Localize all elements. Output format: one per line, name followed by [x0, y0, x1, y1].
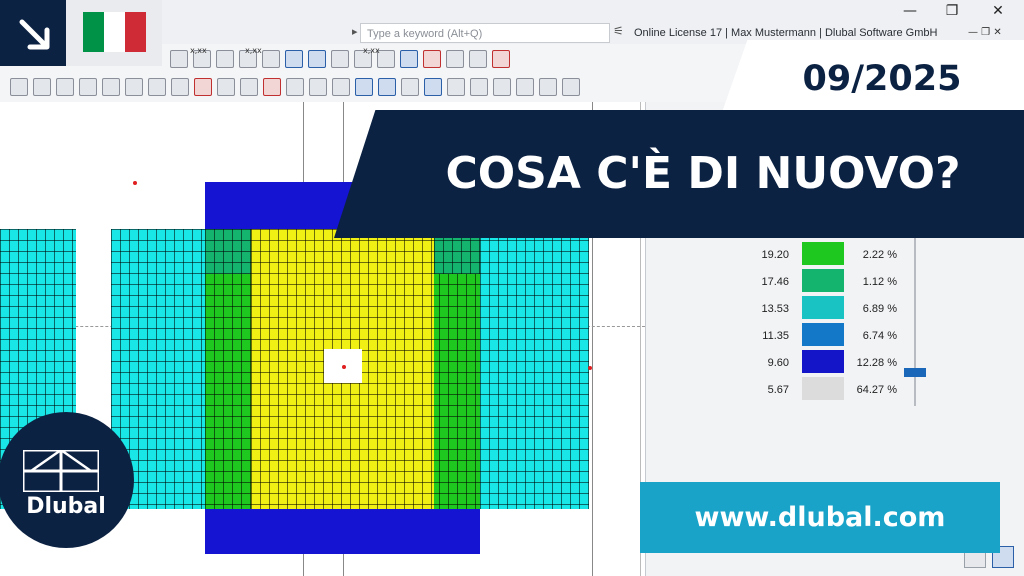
layers-icon[interactable] — [562, 78, 580, 96]
cube-icon[interactable] — [332, 78, 350, 96]
collapse-arrow-icon[interactable]: ▸ — [352, 25, 358, 38]
section-icon[interactable] — [262, 50, 280, 68]
divide-icon[interactable] — [102, 78, 120, 96]
legend-percent: 64.27 % — [856, 384, 897, 396]
close-button[interactable]: ✕ — [978, 0, 1018, 22]
node-marker — [588, 366, 592, 370]
mesh-blue-bottom — [205, 506, 480, 554]
link-icon[interactable] — [446, 50, 464, 68]
headline-banner: COSA C'È DI NUOVO? — [334, 110, 1024, 238]
legend-value: 13.53 — [761, 303, 789, 315]
copy-icon[interactable] — [56, 78, 74, 96]
render-icon[interactable] — [470, 78, 488, 96]
view-icon[interactable] — [170, 50, 188, 68]
mesh-teal-corner — [205, 229, 251, 274]
legend-value: 9.60 — [767, 357, 789, 369]
solid-icon[interactable] — [516, 78, 534, 96]
delete-icon[interactable] — [492, 50, 510, 68]
merge-icon[interactable] — [125, 78, 143, 96]
snap-icon[interactable] — [423, 50, 441, 68]
legend-slider-track — [914, 232, 916, 406]
toolbar-label-3: x,xx — [363, 46, 380, 55]
pen-icon[interactable] — [217, 78, 235, 96]
toolbar-row-2-icons — [10, 78, 580, 96]
measure-icon[interactable] — [263, 78, 281, 96]
dlubal-logo: Dlubal — [0, 412, 134, 548]
paint-icon[interactable] — [171, 78, 189, 96]
legend-value: 19.20 — [761, 249, 789, 261]
deformation-icon[interactable] — [216, 50, 234, 68]
license-info: Online License 17 | Max Mustermann | Dlu… — [634, 27, 938, 39]
search-options-icon[interactable]: ⚟ — [613, 24, 624, 38]
bridge-logo-icon — [23, 450, 99, 492]
toolbar-row-1-icons — [170, 50, 510, 68]
wireframe-icon[interactable] — [493, 78, 511, 96]
mirror-icon[interactable] — [469, 50, 487, 68]
legend-percent: 12.28 % — [856, 357, 897, 369]
legend-percent: 1.12 % — [862, 276, 897, 288]
legend-percent: 6.74 % — [862, 330, 897, 342]
search-input[interactable]: Type a keyword (Alt+Q) — [360, 23, 610, 43]
toolbar-label-1: x,xx — [190, 46, 207, 55]
iso-view-icon[interactable] — [447, 78, 465, 96]
website-link[interactable]: www.dlubal.com — [640, 482, 1000, 553]
brand-name: Dlubal — [26, 494, 106, 519]
inner-window-controls[interactable]: — ❐ ✕ — [968, 27, 1002, 38]
arrow-badge — [0, 0, 66, 66]
legend-value: 11.35 — [762, 330, 789, 342]
axes-icon[interactable] — [400, 50, 418, 68]
numbering-icon[interactable] — [331, 50, 349, 68]
display-results-icon[interactable] — [308, 50, 326, 68]
legend-value: 5.67 — [767, 384, 789, 396]
node-marker — [342, 365, 346, 369]
transparency-icon[interactable] — [539, 78, 557, 96]
legend-percent: 6.89 % — [862, 303, 897, 315]
restore-button[interactable]: ❐ — [932, 0, 972, 22]
minimize-button[interactable]: — — [890, 0, 930, 22]
extrude-icon[interactable] — [148, 78, 166, 96]
language-flag-box — [66, 0, 162, 66]
legend-percent: 2.22 % — [862, 249, 897, 261]
scale-icon[interactable] — [79, 78, 97, 96]
release-date: 09/2025 — [720, 40, 1024, 118]
box-icon[interactable] — [286, 78, 304, 96]
view-x-icon[interactable] — [355, 78, 373, 96]
italian-flag-icon — [83, 12, 146, 52]
rotate-icon[interactable] — [33, 78, 51, 96]
view-z-icon[interactable] — [401, 78, 419, 96]
stack-icon[interactable] — [309, 78, 327, 96]
arrow-down-right-icon — [19, 19, 50, 50]
grid-icon[interactable] — [285, 50, 303, 68]
toolbar-label-2: x,xx — [245, 46, 262, 55]
view-y-icon[interactable] — [378, 78, 396, 96]
settings-icon[interactable] — [240, 78, 258, 96]
node-marker — [133, 181, 137, 185]
view-neg-x-icon[interactable] — [424, 78, 442, 96]
legend-value: 17.46 — [761, 276, 789, 288]
legend-slider-handle[interactable] — [904, 368, 926, 377]
move-icon[interactable] — [10, 78, 28, 96]
marker-icon[interactable] — [194, 78, 212, 96]
